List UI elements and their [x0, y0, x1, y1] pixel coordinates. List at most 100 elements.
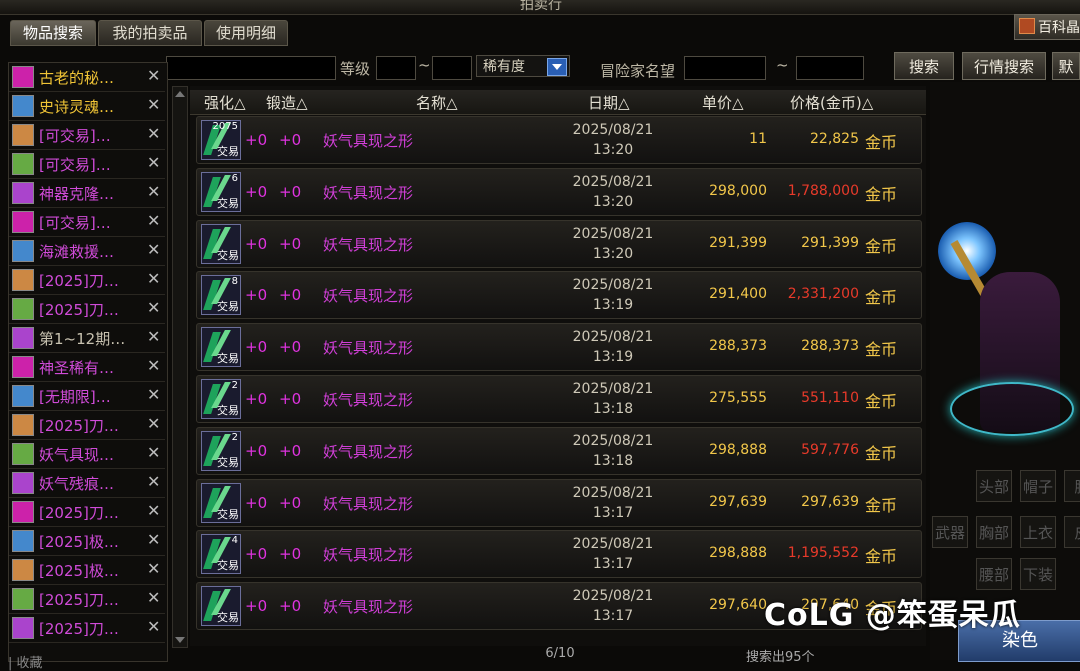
forge-value: +0: [279, 286, 302, 305]
close-icon[interactable]: ✕: [147, 530, 160, 549]
list-item[interactable]: [可交易]… ✕: [9, 208, 165, 237]
item-icon: 2 交易: [201, 430, 241, 471]
list-item[interactable]: 神圣稀有… ✕: [9, 353, 165, 382]
fame-max-input[interactable]: [796, 56, 864, 80]
close-icon[interactable]: ✕: [147, 501, 160, 520]
equip-slot[interactable]: 腰部: [976, 558, 1012, 590]
total-price: 1,195,552: [787, 545, 859, 562]
stack-count: 8: [231, 276, 238, 288]
close-icon[interactable]: ✕: [147, 588, 160, 607]
market-search-button[interactable]: 行情搜索: [962, 52, 1046, 80]
item-icon: [12, 240, 34, 262]
total-price: 1,788,000: [787, 182, 859, 199]
tab-item-search[interactable]: 物品搜索: [10, 20, 96, 46]
close-icon[interactable]: ✕: [147, 269, 160, 288]
col-forge[interactable]: 锻造△: [266, 92, 308, 113]
close-icon[interactable]: ✕: [147, 414, 160, 433]
item-name: 妖气具现之形: [323, 339, 414, 358]
level-tilde: ~: [418, 56, 431, 74]
item-icon: [12, 95, 34, 117]
close-icon[interactable]: ✕: [147, 559, 160, 578]
list-item[interactable]: [2025]刀… ✕: [9, 411, 165, 440]
list-item[interactable]: [2025]极… ✕: [9, 556, 165, 585]
equip-slot[interactable]: 皮: [1064, 516, 1080, 548]
equip-slot[interactable]: 上衣: [1020, 516, 1056, 548]
close-icon[interactable]: ✕: [147, 617, 160, 636]
list-item[interactable]: [2025]极… ✕: [9, 527, 165, 556]
wiki-button[interactable]: 百科晶: [1014, 14, 1080, 40]
close-icon[interactable]: ✕: [147, 211, 160, 230]
close-icon[interactable]: ✕: [147, 327, 160, 346]
close-icon[interactable]: ✕: [147, 356, 160, 375]
list-item[interactable]: [2025]刀… ✕: [9, 614, 165, 643]
col-unit-price[interactable]: 单价△: [702, 92, 744, 113]
close-icon[interactable]: ✕: [147, 153, 160, 172]
search-button[interactable]: 搜索: [894, 52, 954, 80]
list-item[interactable]: [可交易]… ✕: [9, 121, 165, 150]
list-item[interactable]: [2025]刀… ✕: [9, 498, 165, 527]
gold-currency-label: 金币: [865, 495, 898, 515]
col-name[interactable]: 名称△: [416, 92, 458, 113]
equip-slot[interactable]: 帽子: [1020, 470, 1056, 502]
table-row[interactable]: 交易 +0 +0 妖气具现之形 2025/08/21 13:20 291,399 291,39…: [196, 219, 922, 268]
close-icon[interactable]: ✕: [147, 443, 160, 462]
table-row[interactable]: 交易 +0 +0 妖气具现之形 2025/08/21 13:17 297,639 297,63…: [196, 478, 922, 527]
item-icon: 交易: [201, 586, 241, 627]
list-item[interactable]: 神器克隆… ✕: [9, 179, 165, 208]
close-icon[interactable]: ✕: [147, 182, 160, 201]
close-icon[interactable]: ✕: [147, 124, 160, 143]
list-item[interactable]: [可交易]… ✕: [9, 150, 165, 179]
list-item[interactable]: 第1~12期… ✕: [9, 324, 165, 353]
equip-slot[interactable]: 下装: [1020, 558, 1056, 590]
item-label: [可交易]…: [39, 127, 111, 145]
close-icon[interactable]: ✕: [147, 298, 160, 317]
equip-slot[interactable]: 胸部: [976, 516, 1012, 548]
list-item[interactable]: 古老的秘… ✕: [9, 63, 165, 92]
item-label: [可交易]…: [39, 214, 111, 232]
col-price[interactable]: 价格(金币)△: [790, 92, 873, 113]
list-item[interactable]: [2025]刀… ✕: [9, 266, 165, 295]
forge-value: +0: [279, 182, 302, 201]
col-enhance[interactable]: 强化△: [204, 92, 246, 113]
equip-slot[interactable]: 脸: [1064, 470, 1080, 502]
table-row[interactable]: 2075 交易 +0 +0 妖气具现之形 2025/08/21 13:20 11 22,825 金…: [196, 116, 922, 164]
list-item[interactable]: [2025]刀… ✕: [9, 585, 165, 614]
close-icon[interactable]: ✕: [147, 240, 160, 259]
list-item[interactable]: 妖气残痕… ✕: [9, 469, 165, 498]
scroll-down-icon[interactable]: [175, 637, 185, 643]
tab-my-auctions[interactable]: 我的拍卖品: [98, 20, 202, 46]
list-item[interactable]: 妖气具现… ✕: [9, 440, 165, 469]
table-row[interactable]: 8 交易 +0 +0 妖气具现之形 2025/08/21 13:19 291,400 2,331…: [196, 271, 922, 320]
level-max-input[interactable]: [432, 56, 472, 80]
col-date[interactable]: 日期△: [588, 92, 630, 113]
table-scrollbar[interactable]: [172, 86, 188, 648]
scroll-up-icon[interactable]: [175, 91, 185, 97]
table-row[interactable]: 4 交易 +0 +0 妖气具现之形 2025/08/21 13:17 298,888 1,195…: [196, 530, 922, 579]
item-name-input[interactable]: [166, 56, 336, 80]
table-row[interactable]: 6 交易 +0 +0 妖气具现之形 2025/08/21 13:20 298,000 1,788…: [196, 167, 922, 216]
equip-slot[interactable]: 头部: [976, 470, 1012, 502]
list-item[interactable]: [2025]刀… ✕: [9, 295, 165, 324]
item-icon: [12, 443, 34, 465]
close-icon[interactable]: ✕: [147, 472, 160, 491]
close-icon[interactable]: ✕: [147, 385, 160, 404]
item-icon: [12, 356, 34, 378]
table-row[interactable]: 2 交易 +0 +0 妖气具现之形 2025/08/21 13:18 298,888 597,7…: [196, 426, 922, 475]
equip-slot[interactable]: 武器: [932, 516, 968, 548]
list-item[interactable]: [无期限]… ✕: [9, 382, 165, 411]
rarity-dropdown[interactable]: 稀有度: [476, 55, 570, 77]
fame-min-input[interactable]: [684, 56, 766, 80]
close-icon[interactable]: ✕: [147, 66, 160, 85]
list-item[interactable]: 海滩救援… ✕: [9, 237, 165, 266]
favorites-list: 古老的秘… ✕ 史诗灵魂… ✕ [可交易]… ✕ [可交易]… ✕ 神器克隆… ✕ [可交易]… ✕ 海…: [8, 62, 168, 662]
default-button[interactable]: 默: [1052, 52, 1080, 80]
pager[interactable]: 6/10: [490, 646, 630, 661]
listing-date: 2025/08/21 13:20: [572, 122, 654, 158]
close-icon[interactable]: ✕: [147, 95, 160, 114]
level-min-input[interactable]: [376, 56, 416, 80]
tab-usage-details[interactable]: 使用明细: [204, 20, 288, 46]
table-row[interactable]: 2 交易 +0 +0 妖气具现之形 2025/08/21 13:18 275,555 551,1…: [196, 375, 922, 423]
list-item[interactable]: 史诗灵魂… ✕: [9, 92, 165, 121]
item-icon: [12, 153, 34, 175]
table-row[interactable]: 交易 +0 +0 妖气具现之形 2025/08/21 13:19 288,373 288,37…: [196, 323, 922, 372]
